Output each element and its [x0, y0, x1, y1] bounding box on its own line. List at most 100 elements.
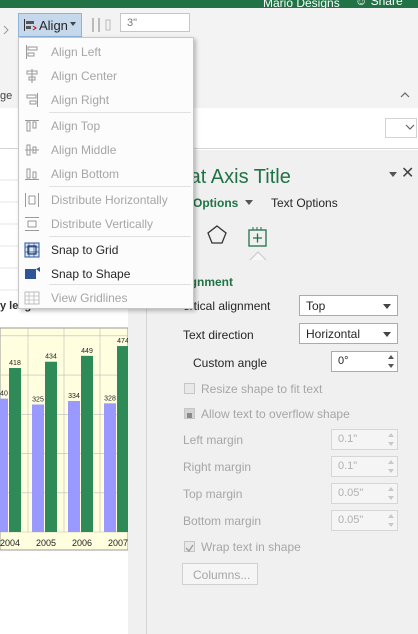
spin-up-icon[interactable]: [388, 460, 394, 464]
menu-item-label: View Gridlines: [51, 291, 128, 305]
bar-series-b: [117, 346, 128, 532]
tab-text-options[interactable]: Text Options: [271, 196, 338, 210]
bar-series-a: [32, 404, 44, 532]
shape-effects-icon[interactable]: [206, 224, 228, 246]
columns-button[interactable]: Columns...: [182, 563, 258, 585]
menu-item-label: Align Center: [51, 69, 118, 83]
spin-down-icon[interactable]: [388, 442, 394, 446]
menu-item-label: Align Bottom: [51, 167, 120, 181]
menu-separator: [49, 236, 191, 237]
group-label-fragment: ge: [0, 90, 13, 102]
x-tick-label: 2004: [0, 538, 20, 548]
align-right-icon: [24, 92, 40, 108]
custom-angle-field[interactable]: 0°: [331, 351, 398, 372]
chevron-down-icon: [383, 332, 391, 337]
top-margin-value: 0.05": [338, 487, 364, 499]
x-tick-label: 2005: [36, 538, 56, 548]
left-margin-label: Left margin: [183, 433, 244, 447]
top-margin-label: Top margin: [183, 487, 243, 501]
wrap-text-checkbox[interactable]: [184, 541, 195, 553]
share-label: Share: [370, 0, 403, 8]
right-margin-field[interactable]: 0.1": [331, 456, 398, 477]
menu-item-view-gridlines[interactable]: View Gridlines: [19, 286, 193, 310]
left-margin-value: 0.1": [338, 433, 358, 445]
align-middle-icon: [24, 142, 40, 158]
size-width-value: 3": [127, 17, 138, 29]
menu-item-label: Align Middle: [51, 143, 117, 157]
spin-up-icon[interactable]: [388, 355, 394, 359]
wrap-text-label: Wrap text in shape: [201, 540, 301, 554]
spin-down-icon[interactable]: [388, 523, 394, 527]
bar-series-a: [0, 398, 8, 532]
gridlines-icon: [24, 290, 40, 306]
tab-options[interactable]: Options: [193, 196, 238, 210]
align-center-icon: [24, 68, 40, 84]
pane-options-dropdown-icon[interactable]: [389, 172, 397, 177]
rotate-icon[interactable]: [90, 14, 114, 36]
menu-item-label: Align Left: [51, 45, 102, 59]
bar-series-b: [81, 355, 93, 532]
distribute-horizontal-icon: [24, 192, 40, 208]
share-button[interactable]: ☺ Share: [355, 0, 403, 8]
menu-separator: [49, 186, 191, 187]
text-direction-select[interactable]: Horizontal: [299, 323, 398, 344]
text-direction-value: Horizontal: [306, 327, 361, 341]
spin-up-icon[interactable]: [388, 433, 394, 437]
bar-label-b: 418: [9, 360, 21, 367]
align-dropdown-arrow-icon: [70, 22, 76, 26]
menu-item-label: Align Top: [51, 119, 101, 133]
formula-expand[interactable]: [385, 118, 417, 138]
menu-item-align-top[interactable]: Align Top: [19, 114, 193, 138]
align-button[interactable]: Align: [18, 13, 82, 37]
align-bottom-icon: [24, 166, 40, 182]
overflow-checkbox[interactable]: [184, 408, 195, 419]
spin-up-icon[interactable]: [388, 514, 394, 518]
menu-item-snap-to-grid[interactable]: Snap to Grid: [19, 238, 193, 262]
left-margin-field[interactable]: 0.1": [331, 429, 398, 450]
menu-item-align-center[interactable]: Align Center: [19, 64, 193, 88]
bar-label-b: 474: [117, 338, 128, 345]
size-properties-icon[interactable]: [247, 225, 269, 247]
menu-item-snap-to-shape[interactable]: Snap to Shape: [19, 262, 193, 286]
chevron-down-icon: [383, 304, 391, 309]
menu-item-label: Distribute Vertically: [51, 217, 154, 231]
right-margin-value: 0.1": [338, 460, 358, 472]
spin-down-icon[interactable]: [388, 364, 394, 368]
bottom-margin-value: 0.05": [338, 514, 364, 526]
top-margin-field[interactable]: 0.05": [331, 483, 398, 504]
x-tick-label: 2007: [108, 538, 128, 548]
bar-label-a: 325: [32, 397, 44, 404]
bar-series-b: [45, 361, 57, 532]
bottom-margin-label: Bottom margin: [183, 514, 262, 528]
bottom-margin-field[interactable]: 0.05": [331, 510, 398, 531]
resize-shape-checkbox[interactable]: [184, 383, 195, 394]
resize-shape-label: Resize shape to fit text: [201, 382, 323, 396]
pane-close-icon[interactable]: ✕: [401, 163, 414, 183]
align-button-label: Align: [39, 18, 68, 33]
spin-down-icon[interactable]: [388, 469, 394, 473]
share-icon: ☺: [355, 0, 368, 8]
menu-item-align-left[interactable]: Align Left: [19, 40, 193, 64]
menu-item-align-right[interactable]: Align Right: [19, 88, 193, 112]
chart-plot[interactable]: 340 418 2004 325 434 2005 334 449 2006 328 474 2007: [0, 318, 128, 568]
snap-shape-icon: [24, 266, 40, 282]
menu-item-label: Align Right: [51, 93, 110, 107]
spin-down-icon[interactable]: [388, 496, 394, 500]
vertical-alignment-value: Top: [306, 299, 326, 313]
tab-options-caret-icon[interactable]: [245, 200, 253, 205]
align-left-icon: [24, 44, 40, 60]
vertical-alignment-select[interactable]: Top: [299, 295, 398, 316]
menu-item-align-bottom[interactable]: Align Bottom: [19, 162, 193, 186]
x-tick-label: 2006: [72, 538, 92, 548]
menu-item-distribute-horizontally[interactable]: Distribute Horizontally: [19, 188, 193, 212]
menu-item-distribute-vertically[interactable]: Distribute Vertically: [19, 212, 193, 236]
vertical-alignment-label: ertical alignment: [183, 299, 271, 313]
bar-label-a: 340: [0, 391, 8, 398]
bar-label-b: 434: [45, 354, 57, 361]
size-width-field[interactable]: 3": [120, 13, 190, 32]
ribbon-arrow-icon[interactable]: [2, 18, 12, 35]
collapse-ribbon-icon[interactable]: [400, 88, 410, 98]
menu-item-align-middle[interactable]: Align Middle: [19, 138, 193, 162]
align-top-icon: [24, 118, 40, 134]
spin-up-icon[interactable]: [388, 487, 394, 491]
